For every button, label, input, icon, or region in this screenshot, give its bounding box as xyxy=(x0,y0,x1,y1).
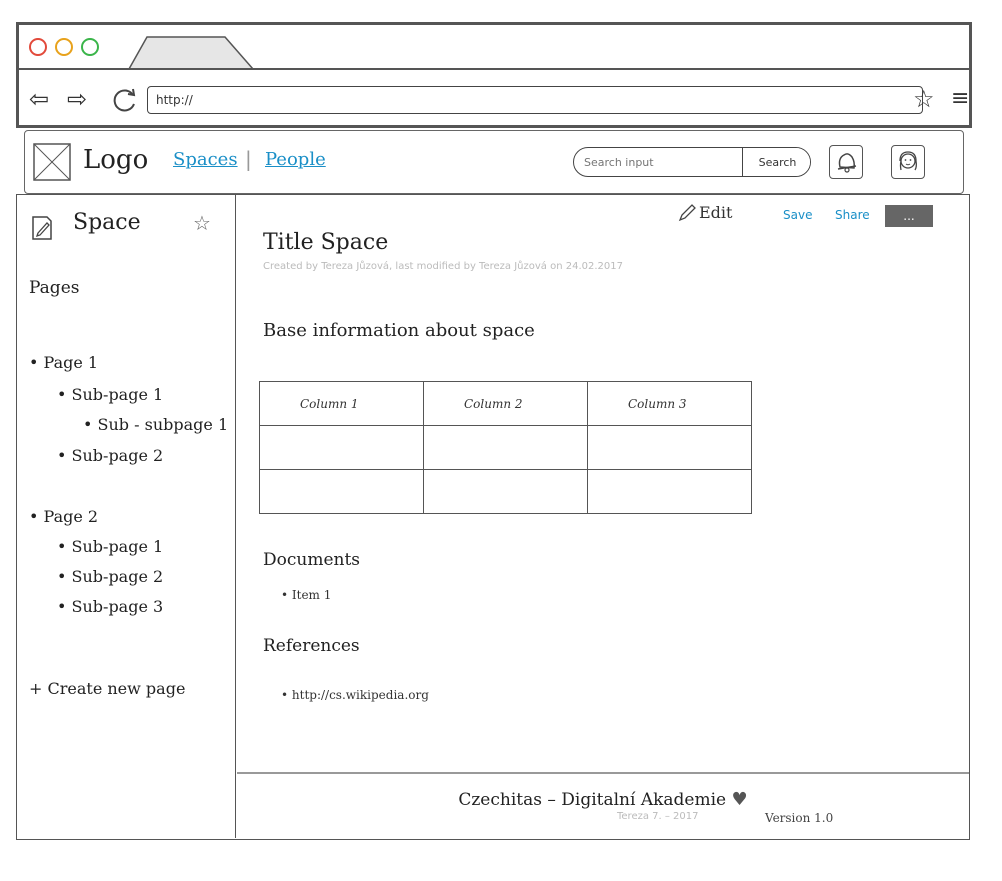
footer-author: Tereza 7. – 2017 xyxy=(617,811,699,822)
heart-icon: ♥ xyxy=(731,789,748,810)
pencil-icon xyxy=(678,204,696,222)
page-edit-icon xyxy=(32,216,52,240)
more-actions-button[interactable]: ... xyxy=(885,205,933,227)
documents-heading: Documents xyxy=(263,550,361,570)
section-heading: Base information about space xyxy=(263,320,535,341)
save-button[interactable]: Save xyxy=(783,207,812,223)
sidebar-item-sub-page-2[interactable]: • Sub-page 2 xyxy=(57,567,163,587)
edit-button[interactable]: Edit xyxy=(699,203,732,223)
references-heading: References xyxy=(263,636,360,656)
sidebar-item-sub-page-3[interactable]: • Sub-page 3 xyxy=(57,597,163,617)
table-row xyxy=(259,425,752,470)
user-avatar-button[interactable] xyxy=(891,145,925,179)
url-input[interactable] xyxy=(148,87,922,113)
sidebar-item-page-2[interactable]: • Page 2 xyxy=(29,507,98,527)
table-cell xyxy=(423,425,588,470)
content-area: Edit Save Share ... Title Space Created … xyxy=(237,195,969,838)
create-new-page-link[interactable]: + Create new page xyxy=(29,679,185,699)
document-item[interactable]: • Item 1 xyxy=(281,587,331,603)
table-cell xyxy=(259,469,424,514)
browser-window: ⇦ ⇨ ☆ ≡ xyxy=(16,22,972,128)
table-header-cell: Column 3 xyxy=(587,381,752,426)
sidebar-item-page-1[interactable]: • Page 1 xyxy=(29,353,98,373)
search-input[interactable] xyxy=(574,148,742,176)
nav-separator: | xyxy=(245,147,252,171)
share-button[interactable]: Share xyxy=(835,207,870,223)
maximize-window-dot[interactable] xyxy=(81,38,99,56)
chrome-divider xyxy=(19,68,969,70)
logo-text[interactable]: Logo xyxy=(83,145,148,175)
sidebar-item-sub-subpage-1[interactable]: • Sub - subpage 1 xyxy=(83,415,228,435)
footer-version: Version 1.0 xyxy=(765,811,834,825)
table-cell xyxy=(259,425,424,470)
page-meta: Created by Tereza Jůzová, last modified … xyxy=(263,261,623,272)
sidebar: Space ☆ Pages • Page 1 • Sub-page 1 • Su… xyxy=(17,195,236,838)
table-header-cell: Column 2 xyxy=(423,381,588,426)
footer-divider xyxy=(237,772,969,774)
table-header-cell: Column 1 xyxy=(259,381,424,426)
footer-text: Czechitas – Digitalní Akademie ♥ xyxy=(237,789,969,811)
table-cell xyxy=(587,425,752,470)
table-cell xyxy=(587,469,752,514)
bookmark-star-icon[interactable]: ☆ xyxy=(913,87,935,111)
favorite-star-icon[interactable]: ☆ xyxy=(193,211,211,235)
table-row xyxy=(259,469,752,514)
page-title: Title Space xyxy=(263,230,389,255)
info-table: Column 1 Column 2 Column 3 xyxy=(259,381,752,514)
minimize-window-dot[interactable] xyxy=(55,38,73,56)
avatar-icon xyxy=(899,151,917,171)
sidebar-item-sub-page-2[interactable]: • Sub-page 2 xyxy=(57,446,163,466)
space-title: Space xyxy=(73,210,141,235)
table-header-row: Column 1 Column 2 Column 3 xyxy=(259,381,752,426)
browser-menu-icon[interactable]: ≡ xyxy=(951,87,969,111)
app-header: Logo Spaces | People Search xyxy=(24,130,964,194)
bell-icon xyxy=(837,153,857,173)
url-bar[interactable] xyxy=(147,86,923,114)
search-button[interactable]: Search xyxy=(742,148,810,176)
main-frame: Space ☆ Pages • Page 1 • Sub-page 1 • Su… xyxy=(16,194,970,840)
nav-link-people[interactable]: People xyxy=(265,149,326,171)
sidebar-item-sub-page-1[interactable]: • Sub-page 1 xyxy=(57,537,163,557)
notifications-button[interactable] xyxy=(829,145,863,179)
forward-arrow-icon[interactable]: ⇨ xyxy=(67,87,87,111)
reload-icon[interactable] xyxy=(111,86,139,114)
reference-link[interactable]: • http://cs.wikipedia.org xyxy=(281,687,429,703)
search-group: Search xyxy=(573,147,811,177)
footer-title: Czechitas – Digitalní Akademie xyxy=(458,790,727,810)
back-arrow-icon[interactable]: ⇦ xyxy=(29,87,49,111)
table-cell xyxy=(423,469,588,514)
logo-placeholder-icon xyxy=(33,143,71,181)
pages-heading: Pages xyxy=(29,278,80,298)
close-window-dot[interactable] xyxy=(29,38,47,56)
nav-link-spaces[interactable]: Spaces xyxy=(173,149,238,171)
browser-tab[interactable] xyxy=(127,35,257,71)
sidebar-item-sub-page-1[interactable]: • Sub-page 1 xyxy=(57,385,163,405)
